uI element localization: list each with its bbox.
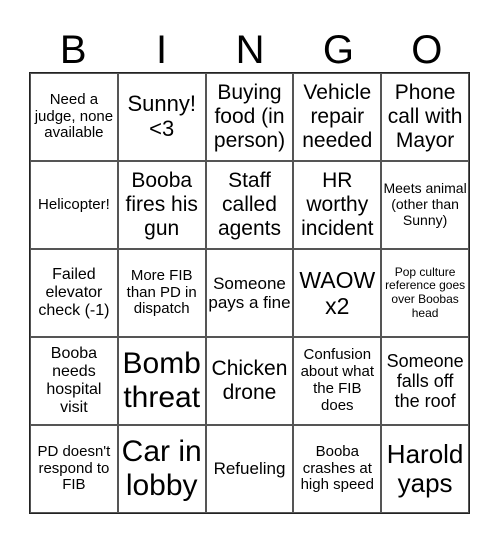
cell-label: Staff called agents	[217, 169, 282, 240]
bingo-grid: Need a judge, none available Sunny! <3 Buy…	[29, 72, 470, 514]
bingo-cell[interactable]: HR worthy incident	[293, 161, 382, 249]
bingo-cell[interactable]: PD doesn't respond to FIB	[30, 425, 118, 513]
bingo-cell[interactable]: Buying food (in person)	[205, 73, 294, 161]
bingo-cell[interactable]: Failed elevator check (-1)	[30, 249, 118, 337]
bingo-cell[interactable]: Helicopter!	[30, 161, 118, 249]
cell-label: Someone pays a fine	[208, 273, 291, 312]
cell-label: Booba needs hospital visit	[46, 344, 102, 417]
bingo-cell[interactable]: Vehicle repair needed	[293, 73, 382, 161]
bingo-cell[interactable]: Phone call with Mayor	[381, 73, 469, 161]
cell-label: Harold yaps	[386, 438, 464, 498]
bingo-cell[interactable]: Booba fires his gun	[117, 161, 206, 249]
cell-label: Someone falls off the roof	[386, 350, 464, 412]
cell-label: HR worthy incident	[301, 169, 374, 240]
cell-label: Vehicle repair needed	[302, 81, 373, 152]
header-letter-o: O	[411, 28, 443, 72]
bingo-cell[interactable]: Pop culture reference goes over Boobas h…	[381, 249, 469, 337]
header-letter-g: G	[322, 28, 354, 72]
bingo-cell[interactable]: Need a judge, none available	[30, 73, 118, 161]
bingo-header: B I N G O	[29, 28, 471, 72]
cell-label: Need a judge, none available	[34, 90, 114, 142]
bingo-cell[interactable]: WAOW x2	[293, 249, 382, 337]
cell-label: Failed elevator check (-1)	[38, 265, 110, 320]
bingo-cell[interactable]: More FIB than PD in dispatch	[117, 249, 206, 337]
cell-label: Meets animal (other than Sunny)	[383, 180, 467, 228]
bingo-cell[interactable]: Booba needs hospital visit	[30, 337, 118, 425]
bingo-cell[interactable]: Staff called agents	[205, 161, 294, 249]
cell-label: Booba fires his gun	[125, 169, 198, 240]
cell-label: Bomb threat	[122, 347, 201, 414]
cell-label: WAOW x2	[299, 267, 376, 319]
bingo-cell[interactable]: Booba crashes at high speed	[293, 425, 382, 513]
bingo-cell[interactable]: Someone pays a fine	[205, 249, 294, 337]
header-letter-n: N	[235, 28, 265, 72]
cell-label: Confusion about what the FIB does	[300, 346, 374, 414]
bingo-cell[interactable]: Harold yaps	[381, 425, 469, 513]
cell-label: More FIB than PD in dispatch	[126, 266, 197, 318]
bingo-cell[interactable]: Refueling	[205, 425, 294, 513]
cell-label: Refueling	[213, 459, 286, 479]
header-letter-b: B	[59, 28, 87, 72]
bingo-cell[interactable]: Chicken drone	[205, 337, 294, 425]
cell-label: Buying food (in person)	[213, 81, 286, 152]
header-letter-i: I	[156, 28, 168, 72]
cell-label: Helicopter!	[38, 195, 110, 213]
cell-label: Sunny! <3	[127, 91, 196, 141]
cell-label: Pop culture reference goes over Boobas h…	[385, 264, 466, 320]
cell-label: Booba crashes at high speed	[300, 442, 374, 494]
bingo-cell[interactable]: Meets animal (other than Sunny)	[381, 161, 469, 249]
bingo-cell[interactable]: Car in lobby	[117, 425, 206, 513]
bingo-cell[interactable]: Someone falls off the roof	[381, 337, 469, 425]
cell-label: PD doesn't respond to FIB	[37, 442, 111, 494]
cell-label: Chicken drone	[211, 357, 288, 404]
bingo-cell[interactable]: Confusion about what the FIB does	[293, 337, 382, 425]
bingo-cell[interactable]: Sunny! <3	[117, 73, 206, 161]
bingo-cell[interactable]: Bomb threat	[117, 337, 206, 425]
cell-label: Car in lobby	[121, 435, 202, 502]
cell-label: Phone call with Mayor	[387, 81, 463, 152]
